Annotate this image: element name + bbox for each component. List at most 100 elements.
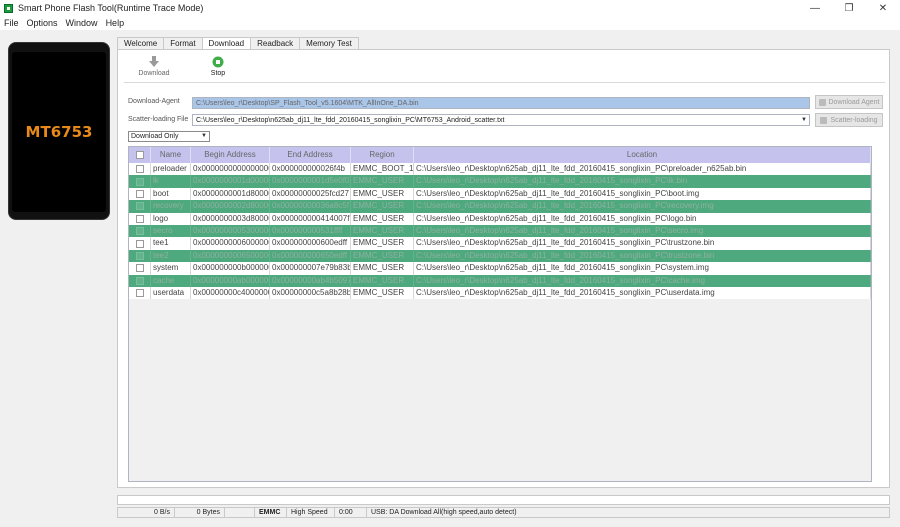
table-row[interactable]: preloader 0x0000000000000000 0x00000000002… — [129, 163, 871, 176]
scatter-loading-button[interactable]: Scatter-loading — [815, 113, 883, 127]
begin-address: 0x0000000006000000 — [191, 237, 270, 250]
table-row[interactable]: logo 0x0000000003d80000 0x000000000414007f… — [129, 212, 871, 225]
download-agent-field[interactable]: C:\Users\leo_r\Desktop\SP_Flash_Tool_v5.… — [192, 97, 810, 109]
file-location: C:\Users\leo_r\Desktop\n625ab_dj11_lte_f… — [414, 187, 871, 201]
table-row[interactable]: cache 0x00000000ab000000 0x00000000ab4b509… — [129, 274, 871, 287]
row-checkbox[interactable] — [135, 227, 144, 236]
status-storage: EMMC — [255, 508, 287, 517]
status-gap — [225, 508, 255, 517]
table-row[interactable]: recovery 0x0000000002d80000 0x00000000036a… — [129, 200, 871, 213]
partition-name: preloader — [151, 163, 191, 176]
download-agent-button-label: Download Agent — [828, 98, 880, 106]
region: EMMC_USER — [351, 274, 414, 287]
end-address: 0x000000000600edff — [270, 237, 351, 250]
scatter-loading-button-label: Scatter-loading — [830, 116, 878, 124]
row-checkbox[interactable] — [135, 289, 144, 298]
row-checkbox[interactable] — [135, 202, 144, 211]
table-row[interactable]: userdata 0x00000000c4000000 0x00000000c5a8… — [129, 286, 871, 300]
download-button-label: Download — [138, 70, 170, 77]
table-row[interactable]: system 0x000000000b000000 0x000000007e79b8… — [129, 262, 871, 275]
stop-button-label: Stop — [210, 70, 226, 77]
tab-welcome[interactable]: Welcome — [117, 37, 165, 49]
row-checkbox[interactable] — [135, 177, 144, 186]
menu-help[interactable]: Help — [102, 18, 129, 28]
partition-name: recovery — [151, 200, 191, 213]
stop-icon — [212, 56, 224, 68]
minimize-button[interactable]: — — [798, 0, 832, 16]
end-address: 0x000000007e79b83b — [270, 262, 351, 275]
tab-format[interactable]: Format — [163, 37, 203, 49]
tab-memory-test[interactable]: Memory Test — [299, 37, 359, 49]
download-button[interactable]: Download — [134, 56, 174, 77]
begin-address: 0x0000000006500000 — [191, 249, 270, 263]
tab-readback[interactable]: Readback — [250, 37, 301, 49]
chip-model-label: MT6753 — [25, 123, 93, 141]
file-location: C:\Users\leo_r\Desktop\n625ab_dj11_lte_f… — [414, 249, 871, 263]
status-time: 0:00 — [335, 508, 367, 517]
row-checkbox-cell — [129, 249, 151, 263]
row-checkbox[interactable] — [135, 251, 144, 260]
table-row[interactable]: boot 0x0000000001d80000 0x00000000025fcd27… — [129, 187, 871, 201]
file-location: C:\Users\leo_r\Desktop\n625ab_dj11_lte_f… — [414, 286, 871, 300]
menu-file[interactable]: File — [0, 18, 23, 28]
table-row[interactable]: tee2 0x0000000006500000 0x000000000650edff… — [129, 249, 871, 263]
row-checkbox[interactable] — [135, 276, 144, 285]
region: EMMC_USER — [351, 237, 414, 250]
window-title: Smart Phone Flash Tool(Runtime Trace Mod… — [18, 3, 204, 13]
end-address: 0x0000000001d5e0f0 — [270, 175, 351, 188]
row-checkbox[interactable] — [135, 165, 144, 174]
maximize-button[interactable]: ❐ — [832, 0, 866, 16]
begin-address: 0x0000000002d80000 — [191, 200, 270, 213]
begin-address: 0x00000000c4000000 — [191, 286, 270, 300]
row-checkbox-cell — [129, 163, 151, 176]
table-row[interactable]: lk 0x0000000001d00000 0x0000000001d5e0f0 EM… — [129, 175, 871, 188]
col-name: Name — [151, 147, 191, 163]
partition-name: tee1 — [151, 237, 191, 250]
phone-image: MT6753 — [8, 42, 110, 220]
tab-strip: Welcome Format Download Readback Memory … — [117, 37, 359, 50]
stop-button[interactable]: Stop — [198, 56, 238, 77]
menu-window[interactable]: Window — [62, 18, 102, 28]
table-row[interactable]: secro 0x0000000005300000 0x000000000531fff… — [129, 224, 871, 238]
row-checkbox[interactable] — [135, 239, 144, 248]
row-checkbox[interactable] — [135, 264, 144, 273]
status-bar: 0 B/s 0 Bytes EMMC High Speed 0:00 USB: … — [117, 507, 890, 518]
row-checkbox[interactable] — [135, 214, 144, 223]
window-controls: — ❐ ✕ — [798, 0, 900, 16]
row-checkbox[interactable] — [135, 189, 144, 198]
table-row[interactable]: tee1 0x0000000006000000 0x000000000600edff… — [129, 237, 871, 250]
region: EMMC_USER — [351, 249, 414, 263]
partition-name: lk — [151, 175, 191, 188]
file-location: C:\Users\leo_r\Desktop\n625ab_dj11_lte_f… — [414, 175, 871, 188]
partition-name: boot — [151, 187, 191, 201]
download-agent-label: Download-Agent — [128, 98, 180, 105]
end-address: 0x00000000036a8c5f — [270, 200, 351, 213]
toolbar: Download Stop — [124, 54, 885, 83]
end-address: 0x00000000c5a8b28b — [270, 286, 351, 300]
file-location: C:\Users\leo_r\Desktop\n625ab_dj11_lte_f… — [414, 200, 871, 213]
partition-name: secro — [151, 224, 191, 238]
partition-name: logo — [151, 212, 191, 225]
begin-address: 0x000000000b000000 — [191, 262, 270, 275]
folder-icon — [820, 116, 828, 124]
chevron-down-icon[interactable]: ▼ — [800, 116, 808, 124]
download-mode-value: Download Only — [131, 133, 179, 140]
scatter-file-field[interactable]: C:\Users\leo_r\Desktop\n625ab_dj11_lte_f… — [192, 114, 810, 126]
row-checkbox-cell — [129, 200, 151, 213]
download-panel: Download Stop Download-Agent C:\Users\le… — [117, 49, 890, 488]
chevron-down-icon[interactable]: ▼ — [200, 132, 208, 140]
download-mode-select[interactable]: Download Only ▼ — [128, 131, 210, 142]
close-button[interactable]: ✕ — [866, 0, 900, 16]
table-header: Name Begin Address End Address Region Lo… — [129, 147, 871, 163]
col-location: Location — [414, 147, 871, 163]
begin-address: 0x0000000005300000 — [191, 224, 270, 238]
partition-name: cache — [151, 274, 191, 287]
col-end-address: End Address — [270, 147, 351, 163]
menu-options[interactable]: Options — [23, 18, 62, 28]
col-begin-address: Begin Address — [191, 147, 270, 163]
download-agent-button[interactable]: Download Agent — [815, 95, 883, 109]
select-all-header — [129, 147, 151, 163]
file-location: C:\Users\leo_r\Desktop\n625ab_dj11_lte_f… — [414, 212, 871, 225]
select-all-checkbox[interactable] — [135, 151, 144, 159]
begin-address: 0x0000000001d00000 — [191, 175, 270, 188]
